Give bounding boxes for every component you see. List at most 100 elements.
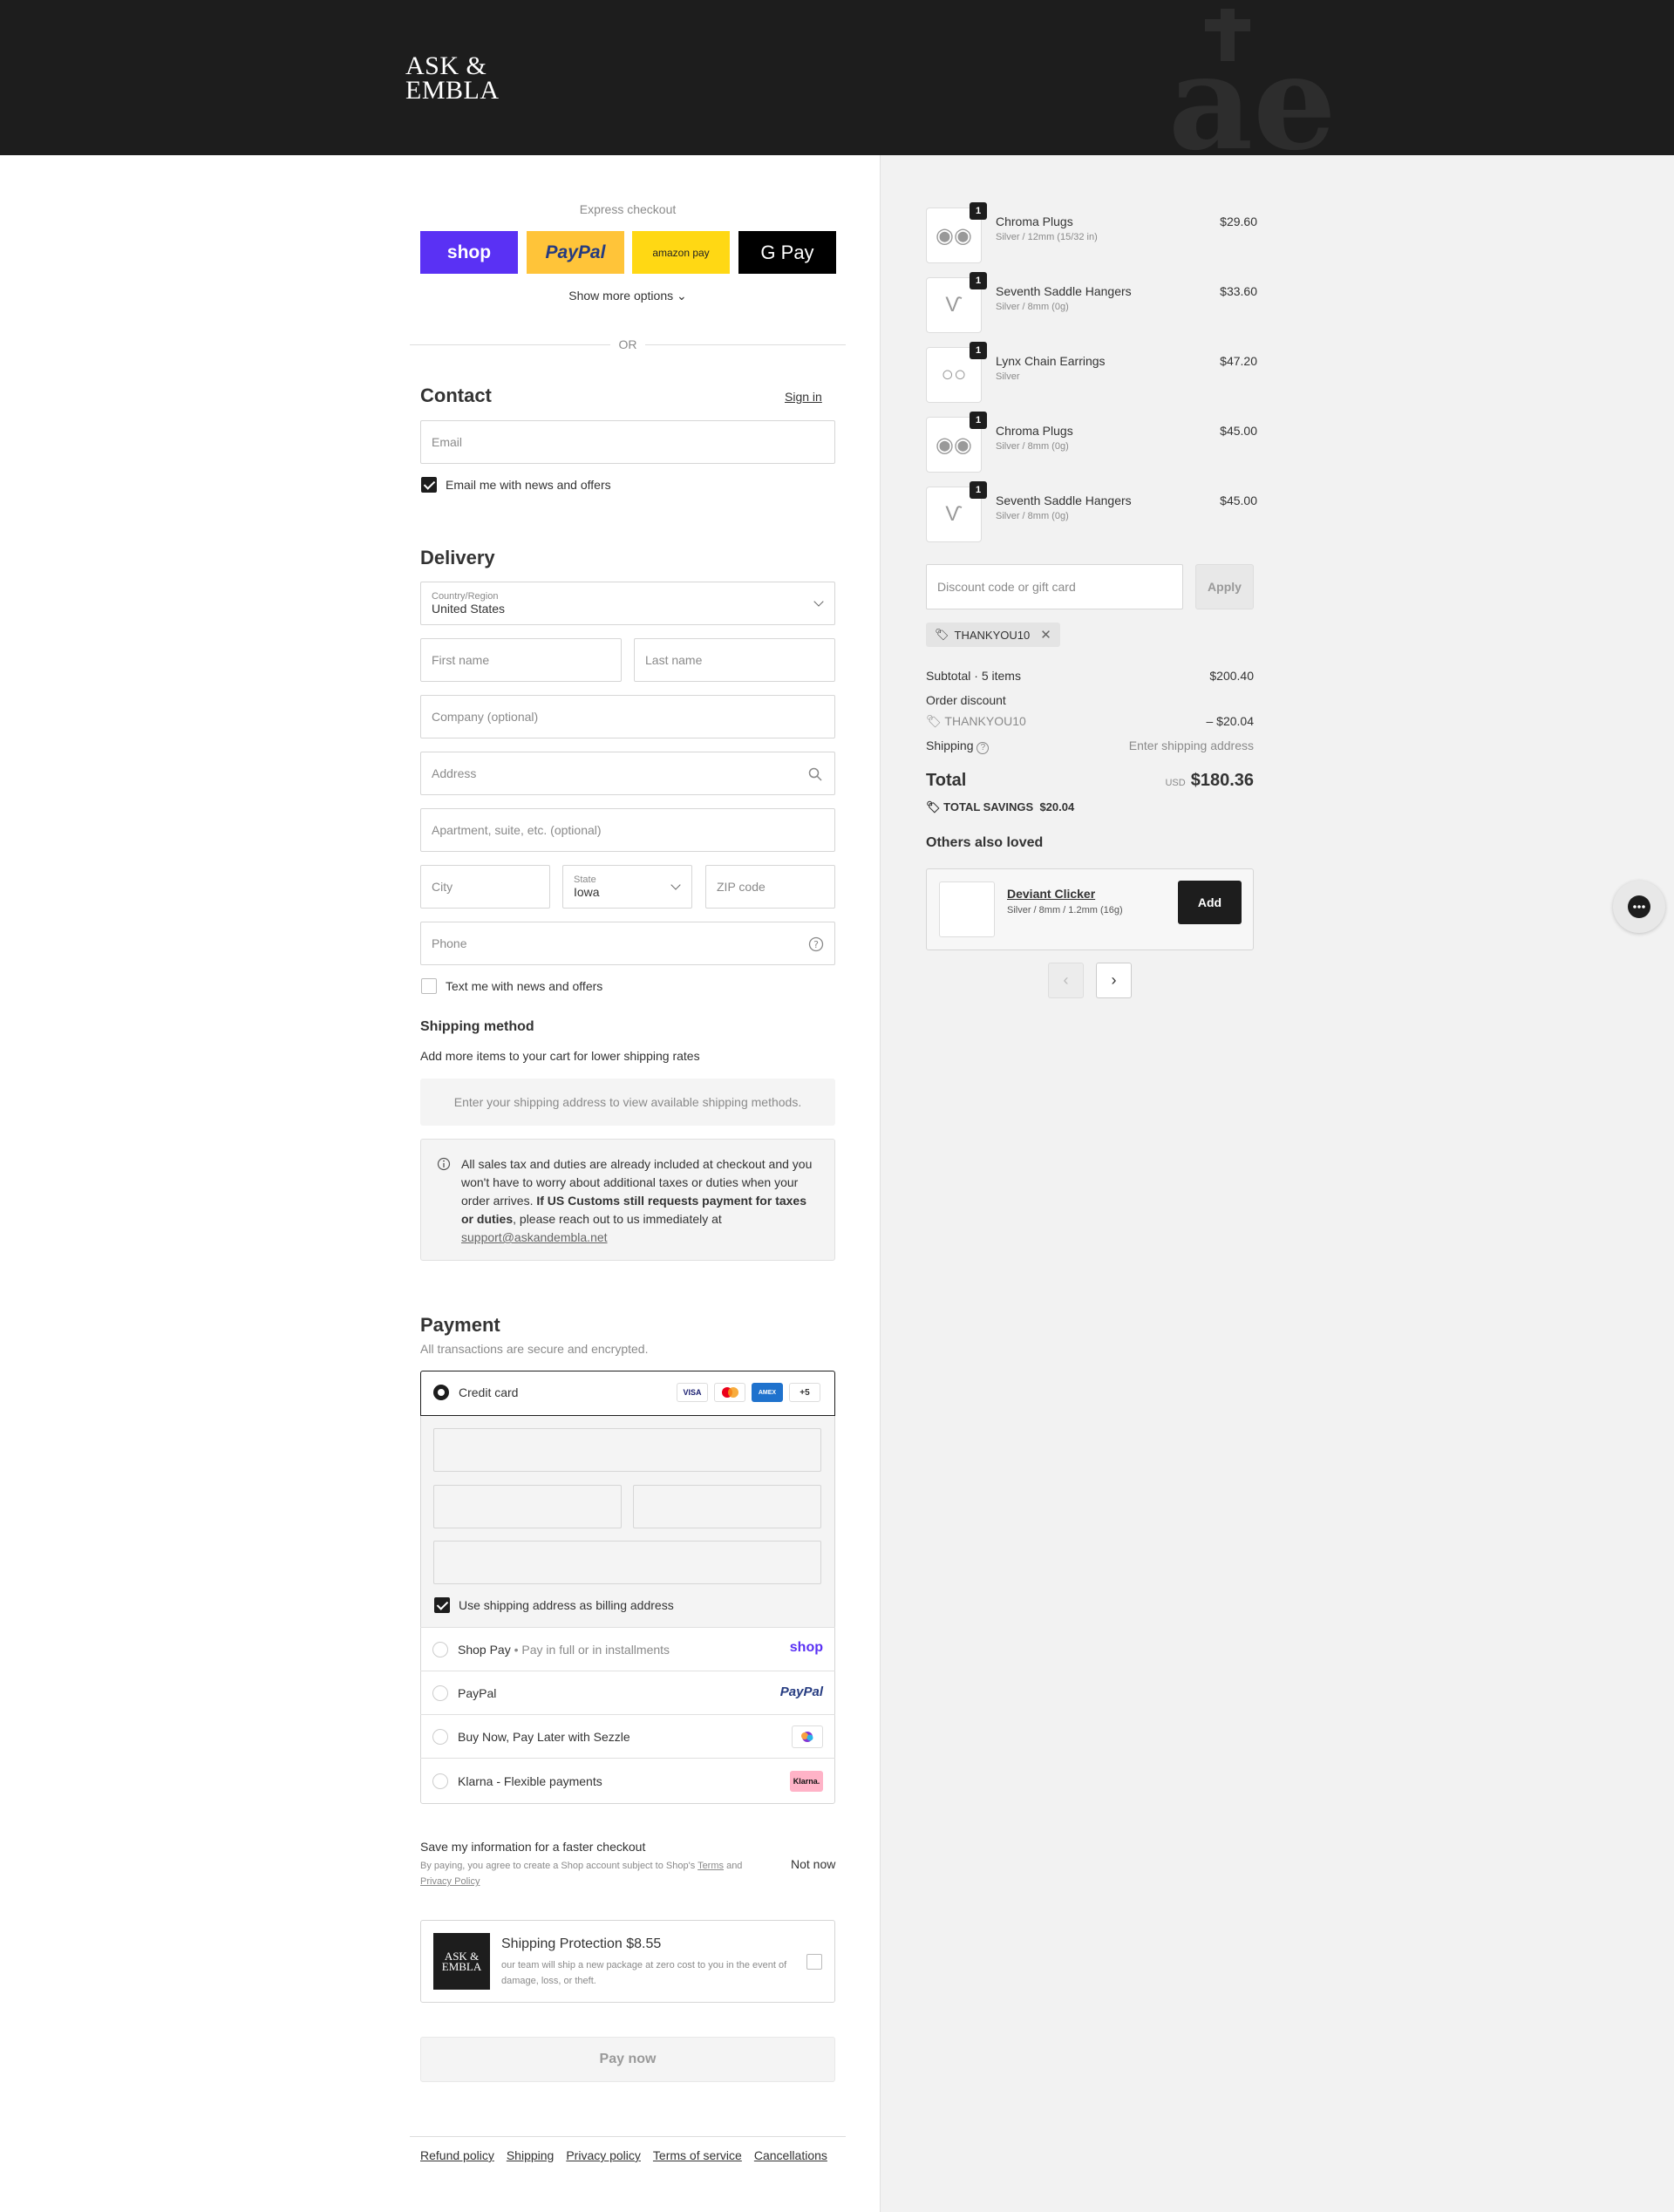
klarna-logo-icon: Klarna. [790, 1771, 823, 1792]
amex-icon: AMEX [752, 1383, 783, 1402]
discount-code-input[interactable]: Discount code or gift card [926, 564, 1183, 609]
search-icon [808, 767, 822, 781]
card-name-field[interactable] [433, 1541, 821, 1584]
support-email-link[interactable]: support@askandembla.net [461, 1230, 608, 1244]
card-expiry-field[interactable] [433, 1485, 622, 1528]
recommendation-name[interactable]: Deviant Clicker [1007, 887, 1095, 901]
last-name-input[interactable]: Last name [634, 638, 835, 682]
carousel-next-button[interactable]: › [1096, 963, 1132, 998]
discount-placeholder: Discount code or gift card [937, 580, 1076, 594]
add-recommendation-button[interactable]: Add [1178, 881, 1242, 924]
svg-text:?: ? [813, 939, 819, 950]
or-divider-text: OR [618, 337, 637, 351]
company-input[interactable]: Company (optional) [420, 695, 835, 738]
card-fields-panel: Use shipping address as billing address [421, 1416, 834, 1627]
text-news-label: Text me with news and offers [446, 979, 603, 993]
cart-item: ○○ 1 Lynx Chain Earrings Silver $47.20 [926, 342, 1257, 405]
billing-address-checkbox[interactable] [434, 1597, 450, 1613]
shop-pay-button[interactable]: shop [420, 231, 518, 274]
sezzle-option[interactable]: Buy Now, Pay Later with Sezzle [420, 1714, 835, 1758]
klarna-radio[interactable] [432, 1773, 448, 1789]
shop-pay-option-sub: Pay in full or in installments [521, 1643, 670, 1657]
credit-card-option[interactable]: Credit card VISA AMEX +5 [420, 1371, 835, 1416]
paypal-button[interactable]: PayPal [527, 231, 624, 274]
first-name-placeholder: First name [432, 653, 490, 667]
tax-notice-p2: , please reach out to us immediately at [513, 1212, 722, 1226]
shipping-policy-link[interactable]: Shipping [507, 2148, 555, 2162]
cart-item: ◉◉ 1 Chroma Plugs Silver / 8mm (0g) $45.0… [926, 412, 1257, 474]
brand-line1: ASK & [405, 51, 487, 80]
others-also-loved-heading: Others also loved [926, 835, 1044, 850]
order-discount-label: Order discount [926, 693, 1006, 707]
google-pay-button[interactable]: G Pay [738, 231, 836, 274]
shop-pay-radio[interactable] [432, 1642, 448, 1657]
show-more-options-button[interactable]: Show more options ⌄ [420, 289, 835, 303]
help-icon[interactable]: ? [808, 936, 824, 952]
card-number-field[interactable] [433, 1428, 821, 1472]
help-icon[interactable]: ? [976, 742, 990, 754]
chevron-right-icon: › [1111, 971, 1117, 989]
terms-of-service-link[interactable]: Terms of service [653, 2148, 742, 2162]
shipping-protection-checkbox[interactable] [806, 1954, 822, 1970]
last-name-placeholder: Last name [645, 653, 703, 667]
refund-policy-link[interactable]: Refund policy [420, 2148, 494, 2162]
add-label: Add [1197, 895, 1222, 909]
credit-card-radio[interactable] [433, 1385, 449, 1400]
brand-logo-thumbnail: ASK & EMBLA [433, 1933, 490, 1990]
paypal-option-label: PayPal [458, 1686, 497, 1700]
contact-heading: Contact [420, 385, 492, 406]
paypal-option[interactable]: PayPal PayPal [420, 1671, 835, 1714]
privacy-policy-link[interactable]: Privacy policy [566, 2148, 641, 2162]
cart-item-price: $45.00 [1220, 424, 1257, 438]
pay-now-button[interactable]: Pay now [420, 2037, 835, 2082]
shop-pay-option[interactable]: Shop Pay • Pay in full or in installment… [420, 1627, 835, 1671]
brand-line2: EMBLA [405, 76, 500, 105]
discount-tag: 🏷 THANKYOU10 ✕ [926, 623, 1060, 647]
sezzle-radio[interactable] [432, 1729, 448, 1745]
state-select[interactable]: State Iowa [562, 865, 692, 909]
card-cvv-field[interactable] [633, 1485, 821, 1528]
shipping-value: Enter shipping address [1128, 738, 1254, 752]
amazon-pay-label: amazon pay [652, 246, 710, 259]
apartment-input[interactable]: Apartment, suite, etc. (optional) [420, 808, 835, 852]
city-input[interactable]: City [420, 865, 550, 909]
subtotal-label: Subtotal · 5 items [926, 669, 1021, 683]
cart-item-variant: Silver / 8mm (0g) [996, 302, 1069, 312]
email-placeholder: Email [432, 435, 463, 449]
sign-in-link[interactable]: Sign in [785, 390, 822, 404]
carousel-prev-button[interactable]: ‹ [1048, 963, 1084, 998]
brand-logo[interactable]: ASK & EMBLA [405, 51, 500, 105]
not-now-button[interactable]: Not now [791, 1857, 835, 1871]
city-placeholder: City [432, 880, 453, 894]
phone-input[interactable]: Phone ? [420, 922, 835, 965]
divider-right [645, 344, 846, 345]
chat-widget-button[interactable] [1613, 881, 1665, 933]
paypal-logo-icon: PayPal [779, 1685, 823, 1699]
paypal-label: PayPal [545, 242, 606, 262]
shop-terms-link[interactable]: Terms [698, 1861, 724, 1871]
quantity-badge: 1 [970, 412, 987, 429]
apply-discount-button[interactable]: Apply [1195, 564, 1254, 609]
cancellations-link[interactable]: Cancellations [754, 2148, 827, 2162]
country-label: Country/Region [432, 591, 499, 602]
shop-privacy-link[interactable]: Privacy Policy [420, 1876, 480, 1887]
amazon-pay-button[interactable]: amazon pay [632, 231, 730, 274]
remove-discount-icon[interactable]: ✕ [1040, 627, 1051, 643]
order-discount-code: 🏷 THANKYOU10 [926, 714, 1026, 729]
zip-input[interactable]: ZIP code [705, 865, 835, 909]
cart-item-variant: Silver / 12mm (15/32 in) [996, 232, 1098, 242]
paypal-radio[interactable] [432, 1685, 448, 1701]
email-news-checkbox[interactable] [421, 477, 437, 493]
cart-item-variant: Silver / 8mm (0g) [996, 511, 1069, 521]
recommendation-card: Deviant Clicker Silver / 8mm / 1.2mm (16… [926, 868, 1254, 950]
billing-address-label: Use shipping address as billing address [459, 1598, 674, 1612]
email-input[interactable]: Email [420, 420, 835, 464]
cart-item-name: Chroma Plugs [996, 424, 1073, 438]
klarna-option[interactable]: Klarna - Flexible payments Klarna. [420, 1758, 835, 1803]
address-input[interactable]: Address [420, 752, 835, 795]
save-legal-text: By paying, you agree to create a Shop ac… [420, 1861, 698, 1871]
klarna-option-label: Klarna - Flexible payments [458, 1774, 602, 1788]
text-news-checkbox[interactable] [421, 978, 437, 994]
country-select[interactable]: Country/Region United States [420, 582, 835, 625]
first-name-input[interactable]: First name [420, 638, 622, 682]
